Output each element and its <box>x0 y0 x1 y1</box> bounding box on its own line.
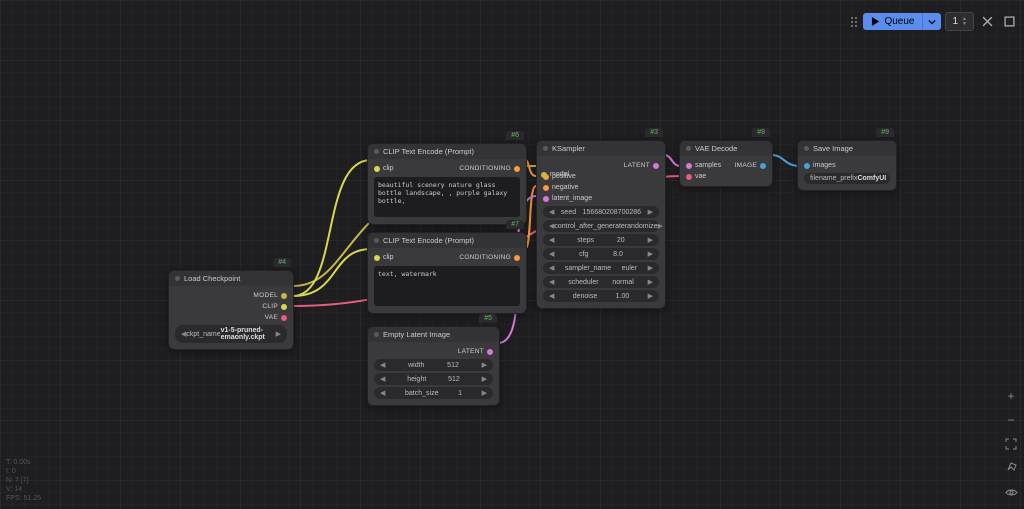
input-clip[interactable]: clip <box>374 165 394 172</box>
output-image[interactable]: IMAGE <box>735 162 766 169</box>
queue-label: Queue <box>884 16 914 27</box>
canvas-controls: + − <box>1002 387 1020 501</box>
queue-button[interactable]: Queue <box>863 13 922 30</box>
batch-count-value: 1 <box>952 16 958 27</box>
scheduler-widget[interactable]: ◀schedulernormal▶ <box>543 276 659 288</box>
locate-icon <box>1005 462 1017 474</box>
close-button[interactable] <box>978 13 996 31</box>
node-badge: #9 <box>876 128 894 137</box>
node-graph-canvas[interactable]: #4 Load Checkpoint MODEL CLIP VAE ◀ckpt_… <box>0 0 1024 509</box>
window-icon <box>1004 16 1015 27</box>
control-after-generate-widget[interactable]: ◀control_after_generaterandomize▶ <box>543 220 659 232</box>
input-negative[interactable]: negative <box>543 184 578 191</box>
batch-size-widget[interactable]: ◀batch_size1▶ <box>374 387 493 399</box>
node-title[interactable]: VAE Decode <box>680 141 772 156</box>
restore-button[interactable] <box>1000 13 1018 31</box>
fit-view-button[interactable] <box>1002 435 1020 453</box>
stat-time: T: 0.00s <box>6 458 41 467</box>
collapse-dot-icon[interactable] <box>374 149 379 154</box>
node-badge: #6 <box>506 131 524 140</box>
input-vae[interactable]: vae <box>686 173 706 180</box>
seed-widget[interactable]: ◀seed156680208700286▶ <box>543 206 659 218</box>
node-badge: #3 <box>645 128 663 137</box>
input-model[interactable]: model <box>541 171 569 178</box>
locate-button[interactable] <box>1002 459 1020 477</box>
node-empty-latent-image[interactable]: #5 Empty Latent Image LATENT ◀width512▶ … <box>367 326 500 406</box>
title-text: CLIP Text Encode (Prompt) <box>383 147 474 156</box>
title-text: Save Image <box>813 144 853 153</box>
eye-icon <box>1005 486 1018 499</box>
output-model[interactable]: MODEL <box>253 292 287 299</box>
node-vae-decode[interactable]: #8 VAE Decode samples IMAGE vae <box>679 140 773 187</box>
ckpt-name-widget[interactable]: ◀ckpt_namev1-5-pruned-emaonly.ckpt▶ <box>175 325 287 343</box>
cfg-widget[interactable]: ◀cfg8.0▶ <box>543 248 659 260</box>
input-latent-image[interactable]: latent_image <box>543 195 592 202</box>
collapse-dot-icon[interactable] <box>175 276 180 281</box>
sampler-name-widget[interactable]: ◀sampler_nameeuler▶ <box>543 262 659 274</box>
node-clip-text-encode-positive[interactable]: #6 CLIP Text Encode (Prompt) clip CONDIT… <box>367 143 527 225</box>
perf-stats: T: 0.00s I: 0 N: 7 [7] V: 14 FPS: 51.25 <box>6 458 41 503</box>
title-text: CLIP Text Encode (Prompt) <box>383 236 474 245</box>
node-badge: #4 <box>273 258 291 267</box>
toggle-visibility-button[interactable] <box>1002 483 1020 501</box>
output-conditioning[interactable]: CONDITIONING <box>459 254 520 261</box>
close-icon <box>982 16 993 27</box>
collapse-dot-icon[interactable] <box>374 238 379 243</box>
node-load-checkpoint[interactable]: #4 Load Checkpoint MODEL CLIP VAE ◀ckpt_… <box>168 270 294 350</box>
node-title[interactable]: KSampler <box>537 141 665 156</box>
node-title[interactable]: Save Image <box>798 141 896 156</box>
node-badge: #7 <box>506 220 524 229</box>
title-text: Load Checkpoint <box>184 274 240 283</box>
zoom-out-button[interactable]: − <box>1002 411 1020 429</box>
stat-nodes: N: 7 [7] <box>6 476 41 485</box>
drag-handle-icon[interactable] <box>849 15 859 29</box>
title-text: KSampler <box>552 144 585 153</box>
node-badge: #5 <box>479 314 497 323</box>
output-vae[interactable]: VAE <box>265 314 287 321</box>
stat-iterations: I: 0 <box>6 467 41 476</box>
node-clip-text-encode-negative[interactable]: #7 CLIP Text Encode (Prompt) clip CONDIT… <box>367 232 527 314</box>
node-save-image[interactable]: #9 Save Image images filename_prefixComf… <box>797 140 897 191</box>
collapse-dot-icon[interactable] <box>374 332 379 337</box>
collapse-dot-icon[interactable] <box>686 146 691 151</box>
collapse-dot-icon[interactable] <box>543 146 548 151</box>
stat-version: V: 14 <box>6 485 41 494</box>
prompt-text[interactable]: text, watermark <box>374 266 520 306</box>
play-icon <box>871 17 880 26</box>
fit-icon <box>1005 438 1017 450</box>
chevron-down-icon <box>928 18 936 26</box>
output-conditioning[interactable]: CONDITIONING <box>459 165 520 172</box>
title-text: VAE Decode <box>695 144 737 153</box>
batch-count-input[interactable]: 1 ▲▼ <box>945 12 974 31</box>
node-title[interactable]: Load Checkpoint <box>169 271 293 286</box>
node-title[interactable]: CLIP Text Encode (Prompt) <box>368 144 526 159</box>
width-widget[interactable]: ◀width512▶ <box>374 359 493 371</box>
stat-fps: FPS: 51.25 <box>6 494 41 503</box>
output-latent[interactable]: LATENT <box>624 162 659 169</box>
denoise-widget[interactable]: ◀denoise1.00▶ <box>543 290 659 302</box>
output-latent[interactable]: LATENT <box>458 348 493 355</box>
input-images[interactable]: images <box>804 162 836 169</box>
node-ksampler[interactable]: #3 KSampler model LATENT positive negati… <box>536 140 666 309</box>
input-samples[interactable]: samples <box>686 162 721 169</box>
collapse-dot-icon[interactable] <box>804 146 809 151</box>
node-badge: #8 <box>752 128 770 137</box>
output-clip[interactable]: CLIP <box>262 303 287 310</box>
top-toolbar: Queue 1 ▲▼ <box>849 12 1018 31</box>
queue-dropdown[interactable] <box>922 13 941 30</box>
title-text: Empty Latent Image <box>383 330 450 339</box>
node-title[interactable]: Empty Latent Image <box>368 327 499 342</box>
minus-icon: − <box>1007 413 1014 427</box>
spin-down-icon[interactable]: ▼ <box>962 22 967 27</box>
filename-prefix-widget[interactable]: filename_prefixComfyUI <box>804 173 890 184</box>
input-clip[interactable]: clip <box>374 254 394 261</box>
height-widget[interactable]: ◀height512▶ <box>374 373 493 385</box>
zoom-in-button[interactable]: + <box>1002 387 1020 405</box>
node-title[interactable]: CLIP Text Encode (Prompt) <box>368 233 526 248</box>
plus-icon: + <box>1007 389 1014 403</box>
prompt-text[interactable]: beautiful scenery nature glass bottle la… <box>374 177 520 217</box>
steps-widget[interactable]: ◀steps20▶ <box>543 234 659 246</box>
